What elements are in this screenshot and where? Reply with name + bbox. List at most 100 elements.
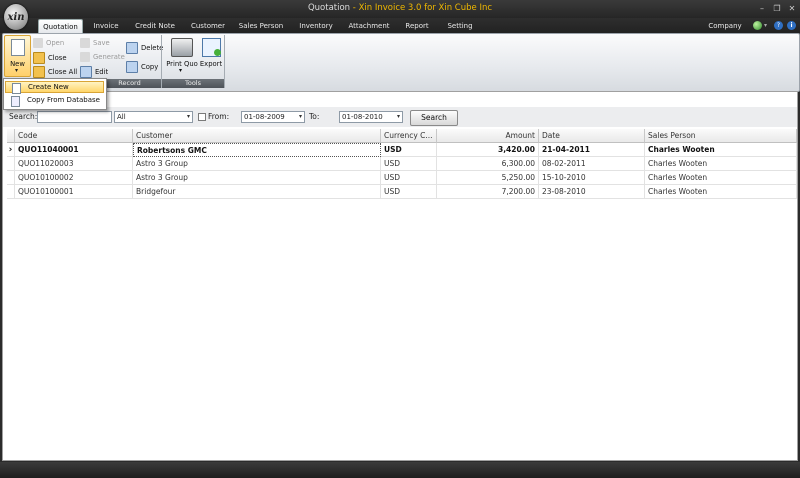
close-all-icon [33, 66, 45, 78]
row-header-corner [7, 129, 15, 143]
cell-amount: 3,420.00 [437, 143, 539, 157]
printer-icon [171, 38, 193, 57]
from-date-picker[interactable]: 01-08-2009 ▾ [241, 111, 305, 123]
column-header-code[interactable]: Code [15, 129, 133, 143]
print-quote-button[interactable]: Print Quo ▾ [165, 36, 198, 76]
search-button[interactable]: Search [410, 110, 458, 126]
edit-icon [80, 66, 92, 78]
table-row[interactable]: QUO11020003 Astro 3 Group USD 6,300.00 0… [7, 157, 797, 171]
generate-button[interactable]: Generate [80, 52, 125, 62]
row-selector-icon: › [7, 143, 15, 157]
cell-sales-person: Charles Wooten [645, 185, 797, 199]
folder-icon [33, 38, 43, 48]
cell-currency: USD [381, 185, 437, 199]
save-button[interactable]: Save [80, 38, 110, 48]
menu-item-copy-from-database[interactable]: Copy From Database [5, 95, 104, 107]
tab-credit-note[interactable]: Credit Note [131, 19, 179, 33]
column-header-amount[interactable]: Amount [437, 129, 539, 143]
close-label: Close [48, 54, 67, 62]
tab-customer[interactable]: Customer [186, 19, 230, 33]
chevron-down-icon: ▾ [179, 67, 183, 74]
table-row[interactable]: QUO10100001 Bridgefour USD 7,200.00 23-0… [7, 185, 797, 199]
cell-sales-person: Charles Wooten [645, 171, 797, 185]
tab-company[interactable]: Company [704, 19, 746, 33]
search-label: Search: [9, 112, 38, 121]
tab-inventory[interactable]: Inventory [294, 19, 338, 33]
save-label: Save [93, 39, 110, 47]
copy-label: Copy [141, 63, 159, 71]
column-header-currency[interactable]: Currency C... [381, 129, 437, 143]
from-label: From: [208, 112, 230, 121]
logo-text: xin [7, 11, 25, 23]
delete-button[interactable]: Delete [126, 42, 163, 54]
group-tools-text: Tools [184, 79, 201, 87]
restore-button[interactable]: ❐ [771, 3, 783, 14]
tab-report[interactable]: Report [400, 19, 434, 33]
generate-label: Generate [93, 53, 125, 61]
table-row[interactable]: QUO10100002 Astro 3 Group USD 5,250.00 1… [7, 171, 797, 185]
tab-sales-person[interactable]: Sales Person [236, 19, 286, 33]
column-header-customer[interactable]: Customer [133, 129, 381, 143]
from-date-value: 01-08-2009 [244, 113, 285, 121]
column-header-date[interactable]: Date [539, 129, 645, 143]
cell-date: 15-10-2010 [539, 171, 645, 185]
quotation-list-panel: Search: All ▾ From: 01-08-2009 ▾ To: 01-08… [2, 91, 798, 461]
tab-invoice[interactable]: Invoice [86, 19, 126, 33]
new-document-icon [11, 39, 25, 56]
chevron-down-icon: ▾ [15, 67, 19, 74]
row-selector [7, 185, 15, 199]
cell-currency: USD [381, 171, 437, 185]
close-button[interactable]: ✕ [786, 3, 798, 14]
help-icon[interactable]: ? [774, 21, 783, 30]
chevron-down-icon[interactable]: ▾ [764, 22, 767, 29]
cell-customer: Bridgefour [133, 185, 381, 199]
globe-icon[interactable] [753, 21, 762, 30]
to-date-picker[interactable]: 01-08-2010 ▾ [339, 111, 403, 123]
window-title: Quotation - Xin Invoice 3.0 for Xin Cube… [0, 3, 800, 13]
tab-quotation[interactable]: Quotation [38, 19, 83, 34]
app-logo[interactable]: xin [4, 4, 28, 30]
edit-label: Edit [95, 68, 109, 76]
tab-attachment[interactable]: Attachment [345, 19, 393, 33]
cell-code: QUO11020003 [15, 157, 133, 171]
window-title-separator: - [350, 3, 359, 13]
minimize-button[interactable]: – [756, 3, 768, 14]
cell-code: QUO11040001 [15, 143, 133, 157]
row-selector [7, 171, 15, 185]
chevron-down-icon: ▾ [396, 113, 400, 120]
from-checkbox[interactable] [198, 113, 206, 121]
cell-date: 21-04-2011 [539, 143, 645, 157]
to-date-value: 01-08-2010 [342, 113, 383, 121]
save-icon [80, 38, 90, 48]
info-icon[interactable]: i [787, 21, 796, 30]
export-button[interactable]: Export [200, 36, 222, 76]
tab-setting[interactable]: Setting [442, 19, 478, 33]
group-record-text: Record [118, 79, 141, 87]
export-arrow-icon [214, 49, 221, 56]
cell-customer: Astro 3 Group [133, 171, 381, 185]
copy-button[interactable]: Copy [126, 61, 158, 73]
table-row[interactable]: › QUO11040001 Robertsons GMC USD 3,420.0… [7, 143, 797, 157]
close-doc-icon [33, 52, 45, 64]
cell-date: 08-02-2011 [539, 157, 645, 171]
chevron-down-icon: ▾ [186, 113, 190, 120]
cell-customer: Astro 3 Group [133, 157, 381, 171]
cell-sales-person: Charles Wooten [645, 157, 797, 171]
close-doc-button[interactable]: Close [33, 52, 67, 64]
scope-select[interactable]: All ▾ [114, 111, 193, 123]
row-selector [7, 157, 15, 171]
new-button[interactable]: New ▾ [4, 35, 31, 77]
cell-currency: USD [381, 157, 437, 171]
column-header-sales-person[interactable]: Sales Person [645, 129, 797, 143]
filter-bar: Search: All ▾ From: 01-08-2009 ▾ To: 01-08… [3, 107, 797, 127]
cell-currency: USD [381, 143, 437, 157]
search-input[interactable] [37, 111, 112, 123]
open-button[interactable]: Open [33, 38, 64, 48]
close-all-button[interactable]: Close All [33, 66, 77, 78]
edit-button[interactable]: Edit [80, 66, 108, 78]
menu-item-create-new[interactable]: Create New [5, 81, 104, 94]
open-label: Open [46, 39, 65, 47]
cell-customer: Robertsons GMC [133, 143, 381, 157]
database-icon [11, 96, 20, 107]
menu-create-new-label: Create New [28, 83, 69, 91]
